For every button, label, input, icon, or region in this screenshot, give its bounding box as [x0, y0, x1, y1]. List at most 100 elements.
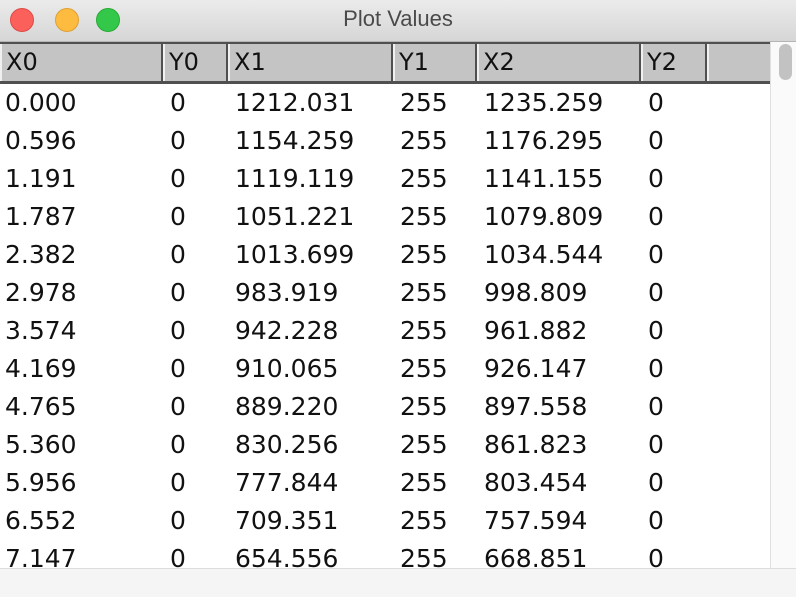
cell-x0: 2.978 — [5, 278, 77, 307]
table-row[interactable]: 7.147 0 654.556 255 668.851 0 — [0, 540, 770, 568]
cell-y1: 255 — [400, 240, 448, 269]
cell-y1: 255 — [400, 544, 448, 568]
cell-x2: 803.454 — [484, 468, 588, 497]
table-row[interactable]: 2.382 0 1013.699 255 1034.544 0 — [0, 236, 770, 274]
cell-y0: 0 — [170, 392, 186, 421]
title-bar: Plot Values — [0, 0, 796, 42]
cell-y0: 0 — [170, 430, 186, 459]
cell-y1: 255 — [400, 506, 448, 535]
table-row[interactable]: 3.574 0 942.228 255 961.882 0 — [0, 312, 770, 350]
vertical-scrollbar[interactable] — [770, 42, 796, 568]
cell-y0: 0 — [170, 164, 186, 193]
cell-x1: 910.065 — [235, 354, 339, 383]
cell-y0: 0 — [170, 126, 186, 155]
cell-y0: 0 — [170, 468, 186, 497]
column-header-y1[interactable]: Y1 — [393, 44, 477, 81]
cell-y1: 255 — [400, 164, 448, 193]
cell-x2: 897.558 — [484, 392, 588, 421]
column-header-y2[interactable]: Y2 — [641, 44, 707, 81]
cell-x0: 4.169 — [5, 354, 77, 383]
cell-y2: 0 — [648, 164, 664, 193]
cell-x1: 654.556 — [235, 544, 339, 568]
cell-y1: 255 — [400, 202, 448, 231]
cell-y2: 0 — [648, 544, 664, 568]
column-header-x2[interactable]: X2 — [477, 44, 641, 81]
cell-x0: 1.191 — [5, 164, 77, 193]
table-header: X0 Y0 X1 Y1 X2 Y2 — [0, 42, 770, 84]
cell-y1: 255 — [400, 354, 448, 383]
cell-x1: 777.844 — [235, 468, 339, 497]
table-row[interactable]: 1.787 0 1051.221 255 1079.809 0 — [0, 198, 770, 236]
cell-x1: 1212.031 — [235, 88, 355, 117]
cell-y0: 0 — [170, 240, 186, 269]
table-row[interactable]: 0.596 0 1154.259 255 1176.295 0 — [0, 122, 770, 160]
cell-y2: 0 — [648, 354, 664, 383]
cell-x2: 926.147 — [484, 354, 588, 383]
table-row[interactable]: 4.765 0 889.220 255 897.558 0 — [0, 388, 770, 426]
column-header-x1[interactable]: X1 — [228, 44, 393, 81]
cell-x0: 6.552 — [5, 506, 77, 535]
cell-x2: 961.882 — [484, 316, 588, 345]
cell-x1: 983.919 — [235, 278, 339, 307]
column-header-x0[interactable]: X0 — [0, 44, 163, 81]
window-footer — [0, 568, 796, 597]
cell-x1: 1154.259 — [235, 126, 355, 155]
table-row[interactable]: 0.000 0 1212.031 255 1235.259 0 — [0, 84, 770, 122]
cell-x2: 1235.259 — [484, 88, 604, 117]
cell-y2: 0 — [648, 392, 664, 421]
cell-y2: 0 — [648, 202, 664, 231]
cell-y2: 0 — [648, 506, 664, 535]
cell-y1: 255 — [400, 278, 448, 307]
table-row[interactable]: 1.191 0 1119.119 255 1141.155 0 — [0, 160, 770, 198]
cell-x0: 5.956 — [5, 468, 77, 497]
cell-y0: 0 — [170, 354, 186, 383]
cell-y0: 0 — [170, 88, 186, 117]
cell-x0: 1.787 — [5, 202, 77, 231]
column-header-filler — [707, 44, 770, 81]
cell-x1: 889.220 — [235, 392, 339, 421]
cell-x1: 830.256 — [235, 430, 339, 459]
cell-x0: 7.147 — [5, 544, 77, 568]
cell-y0: 0 — [170, 316, 186, 345]
cell-x1: 709.351 — [235, 506, 339, 535]
cell-x2: 668.851 — [484, 544, 588, 568]
cell-x0: 0.596 — [5, 126, 77, 155]
cell-x2: 861.823 — [484, 430, 588, 459]
cell-y1: 255 — [400, 316, 448, 345]
cell-y1: 255 — [400, 468, 448, 497]
table-row[interactable]: 2.978 0 983.919 255 998.809 0 — [0, 274, 770, 312]
cell-y2: 0 — [648, 468, 664, 497]
cell-y0: 0 — [170, 202, 186, 231]
cell-y2: 0 — [648, 88, 664, 117]
cell-x1: 1013.699 — [235, 240, 355, 269]
cell-x0: 0.000 — [5, 88, 77, 117]
cell-y2: 0 — [648, 278, 664, 307]
cell-y0: 0 — [170, 506, 186, 535]
cell-y1: 255 — [400, 392, 448, 421]
cell-x1: 942.228 — [235, 316, 339, 345]
cell-x0: 4.765 — [5, 392, 77, 421]
plot-values-table: X0 Y0 X1 Y1 X2 Y2 0.000 0 1212.031 255 1235.259 0 0… — [0, 42, 770, 568]
column-header-y0[interactable]: Y0 — [163, 44, 228, 81]
cell-y0: 0 — [170, 544, 186, 568]
cell-x2: 757.594 — [484, 506, 588, 535]
cell-y2: 0 — [648, 240, 664, 269]
window-title: Plot Values — [343, 6, 453, 31]
cell-y2: 0 — [648, 430, 664, 459]
cell-x0: 2.382 — [5, 240, 77, 269]
cell-x1: 1119.119 — [235, 164, 355, 193]
cell-x0: 3.574 — [5, 316, 77, 345]
scrollbar-thumb[interactable] — [779, 44, 792, 80]
cell-x2: 1176.295 — [484, 126, 604, 155]
table-row[interactable]: 6.552 0 709.351 255 757.594 0 — [0, 502, 770, 540]
cell-x2: 1079.809 — [484, 202, 604, 231]
table-row[interactable]: 4.169 0 910.065 255 926.147 0 — [0, 350, 770, 388]
cell-y1: 255 — [400, 126, 448, 155]
cell-y1: 255 — [400, 88, 448, 117]
cell-x0: 5.360 — [5, 430, 77, 459]
table-row[interactable]: 5.956 0 777.844 255 803.454 0 — [0, 464, 770, 502]
cell-x1: 1051.221 — [235, 202, 355, 231]
cell-y2: 0 — [648, 126, 664, 155]
table-row[interactable]: 5.360 0 830.256 255 861.823 0 — [0, 426, 770, 464]
cell-y1: 255 — [400, 430, 448, 459]
